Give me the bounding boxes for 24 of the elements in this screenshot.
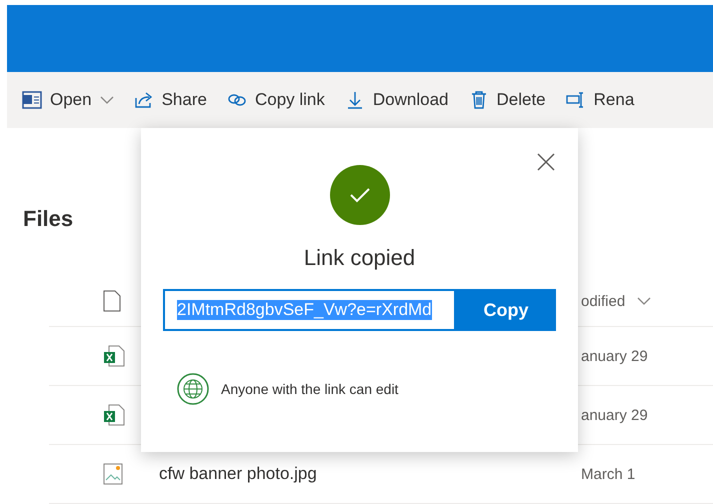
document-icon [22,90,42,110]
copy-button[interactable]: Copy [456,289,556,331]
share-icon [134,90,154,110]
file-name[interactable]: cfw banner photo.jpg [159,464,581,484]
toolbar-button[interactable]: Download [344,90,448,110]
globe-icon [177,373,209,405]
dialog-title: Link copied [304,245,416,271]
toolbar-button[interactable]: Rena [566,90,634,110]
modified-date: March 1 [581,466,636,482]
toolbar-button[interactable]: Share [134,90,207,110]
spreadsheet-icon [103,404,125,426]
column-header[interactable]: odified [581,292,713,310]
toolbar-button[interactable]: Delete [468,90,546,110]
page-title: Files [23,206,74,232]
toolbar-button[interactable]: Copy link [226,90,325,110]
file-icon [103,290,121,312]
modified-date: anuary 29 [581,348,649,364]
image-file-icon [103,463,123,485]
modified-date: anuary 29 [581,406,649,424]
spreadsheet-icon [103,345,125,367]
toolbar-button[interactable]: Open [22,90,114,110]
close-button[interactable] [536,152,556,172]
rename-icon [566,90,586,110]
permission-text: Anyone with the link can edit [221,381,398,397]
